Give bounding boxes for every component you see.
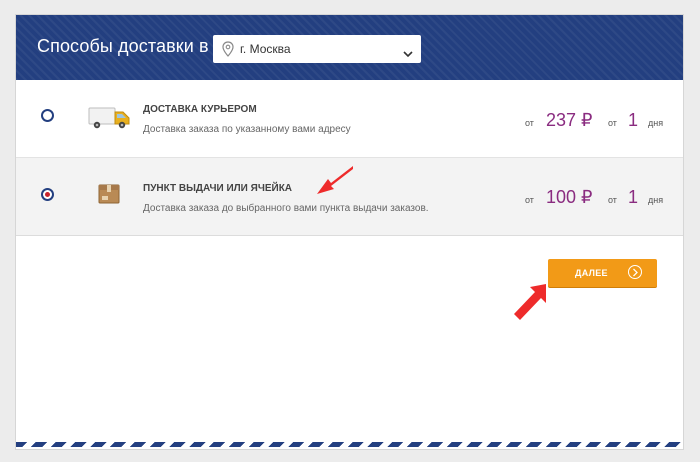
option-title: ДОСТАВКА КУРЬЕРОМ — [143, 104, 257, 115]
parcel-box-icon — [98, 182, 120, 209]
days-value: 1 — [628, 187, 639, 207]
chevron-down-icon — [403, 45, 413, 58]
header-title: Способы доставки в — [37, 36, 209, 56]
city-select[interactable]: г. Москва — [213, 35, 421, 63]
price-prefix: от — [525, 195, 534, 205]
annotation-arrow-icon — [512, 282, 552, 327]
delivery-truck-icon — [88, 106, 132, 135]
delivery-header: Способы доставки в г. Москва — [16, 15, 683, 80]
days-prefix: от — [608, 195, 617, 205]
airmail-stripe-divider — [16, 442, 683, 447]
days-value: 1 — [628, 110, 639, 130]
next-button[interactable]: ДАЛЕЕ — [548, 259, 657, 287]
price-value: 237 ₽ — [546, 110, 593, 130]
option-description: Доставка заказа до выбранного вами пункт… — [143, 203, 429, 214]
radio-selected-dot — [45, 192, 50, 197]
price-value: 100 ₽ — [546, 187, 593, 207]
option-title: ПУНКТ ВЫДАЧИ ИЛИ ЯЧЕЙКА — [143, 183, 293, 194]
delivery-methods-panel: Способы доставки в г. Москва ДОСТАВКА КУ… — [15, 14, 684, 450]
price-prefix: от — [525, 118, 534, 128]
option-description: Доставка заказа по указанному вами адрес… — [143, 124, 351, 135]
days-prefix: от — [608, 118, 617, 128]
city-select-value: г. Москва — [240, 42, 291, 56]
radio-courier[interactable] — [41, 109, 54, 122]
days-unit: дня — [648, 118, 664, 128]
radio-pickup[interactable] — [41, 188, 54, 201]
map-pin-icon — [222, 41, 234, 57]
delivery-option-courier[interactable]: ДОСТАВКА КУРЬЕРОМ Доставка заказа по ука… — [16, 80, 683, 158]
annotation-arrow-icon — [315, 163, 355, 202]
next-button-label: ДАЛЕЕ — [575, 268, 608, 278]
days-unit: дня — [648, 195, 664, 205]
arrow-right-circle-icon — [628, 265, 642, 279]
